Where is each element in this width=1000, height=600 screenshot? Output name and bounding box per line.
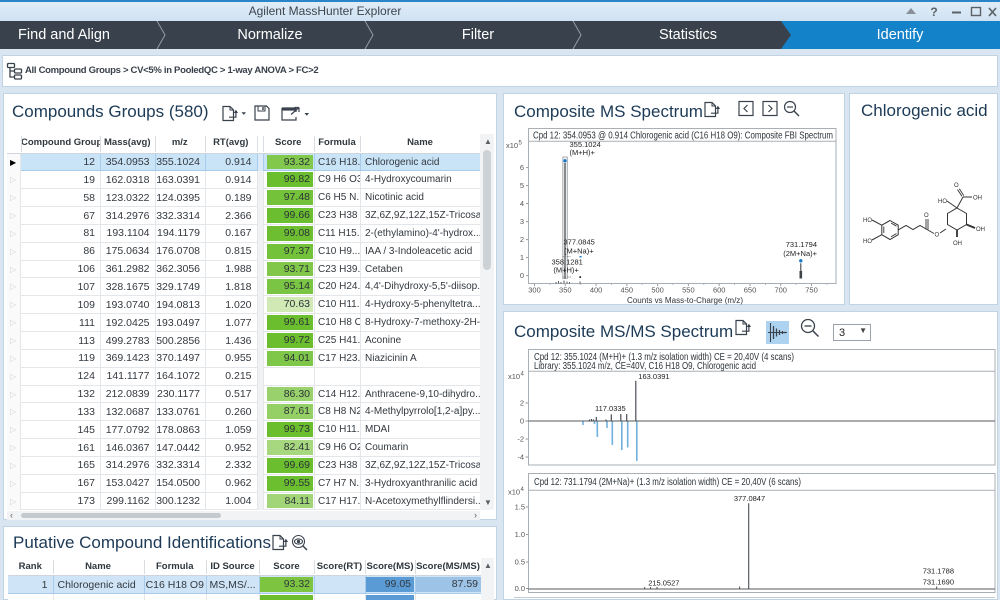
svg-text:0: 0 bbox=[520, 417, 524, 426]
svg-text:2: 2 bbox=[520, 235, 524, 244]
svg-text:OH: OH bbox=[973, 196, 982, 202]
svg-text:731.1788: 731.1788 bbox=[923, 567, 954, 576]
svg-text:Cpd 12: 731.1794 (2M+Na)+ (1.3: Cpd 12: 731.1794 (2M+Na)+ (1.3 m/z isola… bbox=[534, 477, 801, 488]
svg-text:(M+Na)+: (M+Na)+ bbox=[564, 247, 594, 256]
svg-text:4: 4 bbox=[520, 199, 524, 208]
svg-text:(M+H)+: (M+H)+ bbox=[553, 266, 579, 275]
svg-text:550: 550 bbox=[682, 286, 695, 295]
svg-text:?: ? bbox=[930, 5, 937, 19]
svg-text:6: 6 bbox=[520, 163, 524, 172]
svg-text:Library: 355.1024 m/z, CE=40V,: Library: 355.1024 m/z, CE=40V, C16 H18 O… bbox=[534, 361, 756, 372]
svg-text:Counts vs Mass-to-Charge (m/z): Counts vs Mass-to-Charge (m/z) bbox=[627, 296, 743, 305]
svg-text:215.0527: 215.0527 bbox=[648, 578, 679, 587]
svg-text:0.0: 0.0 bbox=[515, 584, 525, 593]
svg-text:5: 5 bbox=[519, 141, 523, 147]
svg-text:117.0335: 117.0335 bbox=[595, 404, 626, 413]
svg-text:750: 750 bbox=[805, 286, 818, 295]
svg-text:HO: HO bbox=[863, 239, 872, 245]
svg-text:OH: OH bbox=[976, 227, 985, 233]
svg-text:1: 1 bbox=[520, 253, 524, 262]
svg-text:1.5: 1.5 bbox=[515, 503, 525, 512]
svg-text:377.0847: 377.0847 bbox=[734, 494, 765, 503]
svg-text:0: 0 bbox=[520, 271, 524, 280]
svg-text:4: 4 bbox=[521, 372, 525, 378]
svg-text:x10: x10 bbox=[508, 488, 520, 497]
svg-text:650: 650 bbox=[744, 286, 757, 295]
svg-text:(2M+Na)+: (2M+Na)+ bbox=[783, 249, 817, 258]
svg-text:O: O bbox=[954, 183, 959, 189]
svg-text:500: 500 bbox=[651, 286, 664, 295]
svg-text:4: 4 bbox=[521, 487, 525, 493]
svg-text:HO: HO bbox=[938, 199, 947, 205]
svg-text:O: O bbox=[935, 233, 940, 239]
svg-text:-4: -4 bbox=[517, 453, 524, 462]
svg-text:450: 450 bbox=[621, 286, 634, 295]
svg-text:5: 5 bbox=[520, 181, 524, 190]
svg-text:731.1690: 731.1690 bbox=[923, 577, 954, 586]
svg-text:x10: x10 bbox=[508, 372, 520, 381]
svg-text:400: 400 bbox=[590, 286, 603, 295]
svg-text:350: 350 bbox=[559, 286, 572, 295]
svg-text:377.0845: 377.0845 bbox=[564, 238, 595, 247]
svg-text:600: 600 bbox=[713, 286, 726, 295]
svg-text:300: 300 bbox=[528, 286, 541, 295]
svg-text:OH: OH bbox=[953, 241, 962, 247]
svg-text:0.5: 0.5 bbox=[515, 558, 525, 567]
svg-text:O: O bbox=[924, 213, 929, 219]
svg-text:3: 3 bbox=[520, 217, 524, 226]
svg-text:1.0: 1.0 bbox=[515, 530, 525, 539]
svg-text:-2: -2 bbox=[517, 435, 524, 444]
svg-text:700: 700 bbox=[774, 286, 787, 295]
svg-text:HO: HO bbox=[863, 218, 872, 224]
svg-text:x10: x10 bbox=[506, 141, 518, 150]
svg-text:731.1794: 731.1794 bbox=[786, 240, 817, 249]
svg-text:(M+H)+: (M+H)+ bbox=[570, 148, 596, 157]
svg-text:2: 2 bbox=[520, 399, 524, 408]
svg-text:163.0391: 163.0391 bbox=[638, 372, 669, 381]
